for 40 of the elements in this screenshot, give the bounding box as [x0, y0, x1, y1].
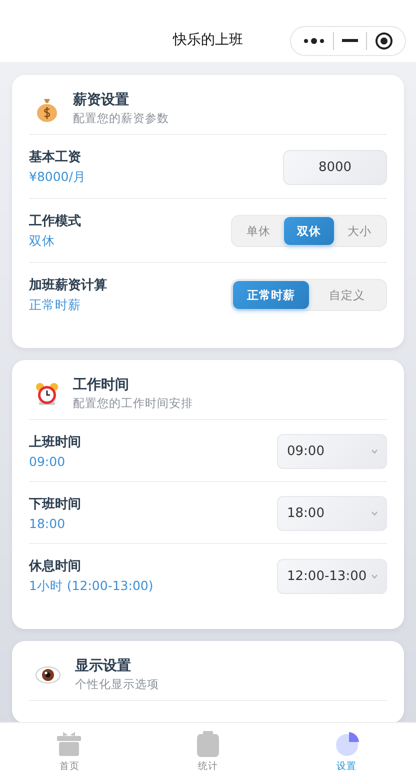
gift-icon	[56, 731, 82, 757]
setting-value: ¥8000/月	[29, 169, 86, 186]
close-icon[interactable]	[375, 32, 393, 50]
setting-label: 下班时间	[29, 496, 81, 513]
salary-input[interactable]: 8000	[283, 150, 387, 184]
setting-value: 18:00	[29, 516, 66, 531]
section-subtitle: 个性化显示选项	[75, 677, 159, 692]
page-title: 快乐的上班	[173, 31, 243, 49]
setting-value: 1小时 (12:00-13:00)	[29, 578, 154, 595]
setting-value: 双休	[29, 233, 56, 250]
eye-icon	[35, 664, 61, 684]
section-title: 薪资设置	[73, 91, 130, 109]
setting-value: 正常时薪	[29, 297, 82, 314]
section-title: 工作时间	[73, 376, 130, 394]
section-subtitle: 配置您的薪资参数	[73, 111, 169, 126]
alarm-clock-icon	[35, 380, 59, 406]
capsule-menu[interactable]	[290, 26, 406, 56]
chevron-down-icon	[371, 510, 378, 516]
time-select[interactable]: 12:00-13:00	[277, 558, 387, 594]
setting-label: 加班薪资计算	[29, 277, 107, 294]
minimize-icon[interactable]	[342, 39, 358, 43]
setting-label: 休息时间	[29, 558, 82, 575]
chevron-down-icon	[371, 574, 378, 578]
setting-label: 上班时间	[29, 434, 81, 451]
pie-chart-icon	[334, 731, 360, 757]
time-select[interactable]: 09:00	[277, 434, 387, 468]
setting-value: 09:00	[29, 454, 66, 469]
chevron-down-icon	[371, 448, 378, 454]
segment-option[interactable]: 单休	[233, 217, 284, 245]
clipboard-icon	[197, 731, 219, 757]
section-title: 显示设置	[75, 657, 132, 675]
setting-label: 基本工资	[29, 149, 82, 166]
segment-option[interactable]: 正常时薪	[233, 281, 309, 309]
segment-option[interactable]: 自定义	[309, 281, 385, 309]
segment-option[interactable]: 双休	[284, 217, 334, 245]
setting-label: 工作模式	[29, 213, 81, 230]
section-subtitle: 配置您的工作时间安排	[73, 396, 193, 411]
time-select[interactable]: 18:00	[277, 496, 387, 530]
segment-option[interactable]: 大小	[334, 217, 386, 245]
more-icon[interactable]	[303, 37, 325, 45]
